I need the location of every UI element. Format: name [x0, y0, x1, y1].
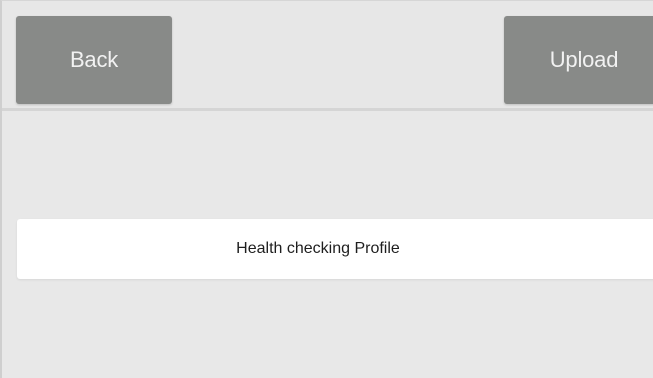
back-button-label: Back [69, 47, 119, 72]
health-checking-profile-item[interactable]: Health checking Profile [17, 219, 653, 279]
app-screen: Back Upload Health checking Profile [0, 0, 653, 378]
upload-button[interactable]: Upload [504, 16, 653, 104]
upload-button-label: Upload [549, 47, 619, 72]
profile-item-label: Health checking Profile [236, 240, 400, 257]
back-button[interactable]: Back [16, 16, 172, 104]
top-toolbar: Back Upload [2, 1, 653, 111]
main-content: Health checking Profile [2, 111, 653, 378]
